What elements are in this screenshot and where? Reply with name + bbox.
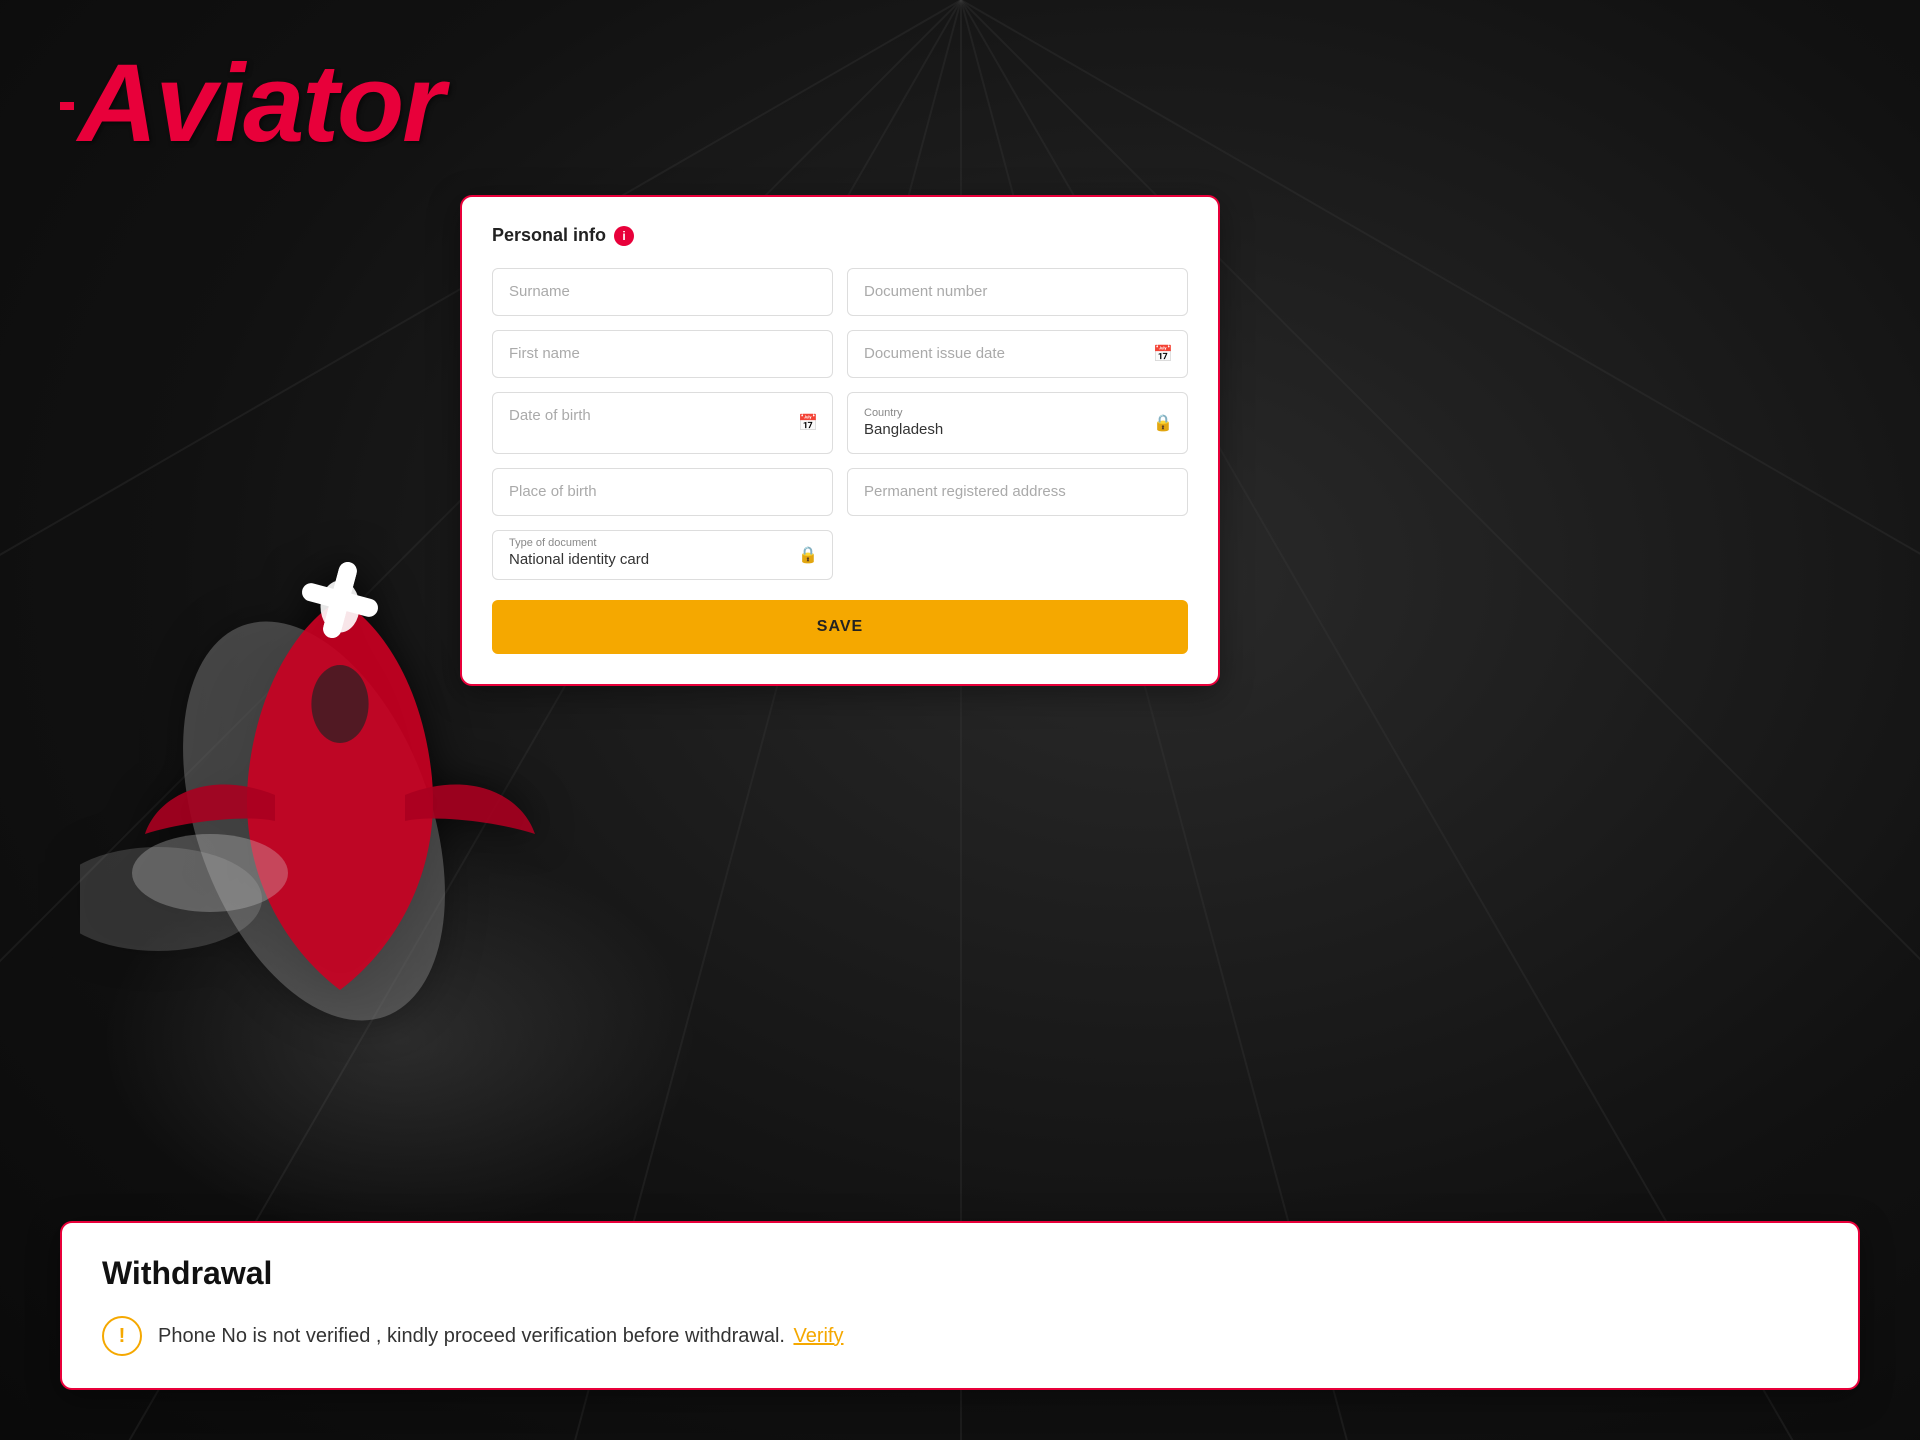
lock-doc-icon: 🔒 — [798, 545, 818, 565]
first-name-placeholder: First name — [509, 345, 580, 362]
info-icon[interactable]: i — [614, 226, 634, 246]
withdrawal-message-row: ! Phone No is not verified , kindly proc… — [102, 1316, 1818, 1356]
document-issue-date-field[interactable]: Document issue date 📅 — [847, 330, 1188, 378]
surname-placeholder: Surname — [509, 283, 570, 300]
withdrawal-title: Withdrawal — [102, 1255, 1818, 1292]
first-name-field[interactable]: First name — [492, 330, 833, 378]
calendar-icon: 📅 — [1153, 344, 1173, 364]
document-type-label: Type of document — [509, 537, 816, 549]
warning-icon: ! — [102, 1316, 142, 1356]
date-of-birth-placeholder: Date of birth — [509, 407, 591, 424]
document-number-field[interactable]: Document number — [847, 268, 1188, 316]
withdrawal-message: Phone No is not verified , kindly procee… — [158, 1325, 843, 1348]
calendar-dob-icon: 📅 — [798, 413, 818, 433]
place-of-birth-field[interactable]: Place of birth — [492, 468, 833, 516]
verify-link[interactable]: Verify — [793, 1325, 843, 1347]
withdrawal-message-text: Phone No is not verified , kindly procee… — [158, 1325, 785, 1347]
document-issue-date-placeholder: Document issue date — [864, 345, 1005, 362]
country-label: Country — [864, 407, 1171, 419]
document-number-placeholder: Document number — [864, 283, 987, 300]
country-field: Country Bangladesh 🔒 — [847, 392, 1188, 454]
logo-dash-icon — [60, 102, 74, 110]
place-of-birth-placeholder: Place of birth — [509, 483, 597, 500]
logo-text: Aviator — [78, 42, 443, 165]
country-value: Bangladesh — [864, 421, 943, 438]
personal-info-card: Personal info i Surname Document number … — [460, 195, 1220, 686]
date-of-birth-field[interactable]: Date of birth 📅 — [492, 392, 833, 454]
lock-icon: 🔒 — [1153, 413, 1173, 433]
save-button[interactable]: SAVE — [492, 600, 1188, 654]
form-grid: Surname Document number First name Docum… — [492, 268, 1188, 516]
withdrawal-card: Withdrawal ! Phone No is not verified , … — [60, 1221, 1860, 1390]
permanent-address-field[interactable]: Permanent registered address — [847, 468, 1188, 516]
card-title: Personal info — [492, 225, 606, 246]
document-type-value: National identity card — [509, 551, 649, 568]
document-type-field: Type of document National identity card … — [492, 530, 833, 580]
brand-logo: Aviator — [60, 40, 443, 167]
surname-field[interactable]: Surname — [492, 268, 833, 316]
form-bottom-row: Type of document National identity card … — [492, 530, 1188, 580]
permanent-address-placeholder: Permanent registered address — [864, 483, 1066, 500]
card-title-row: Personal info i — [492, 225, 1188, 246]
